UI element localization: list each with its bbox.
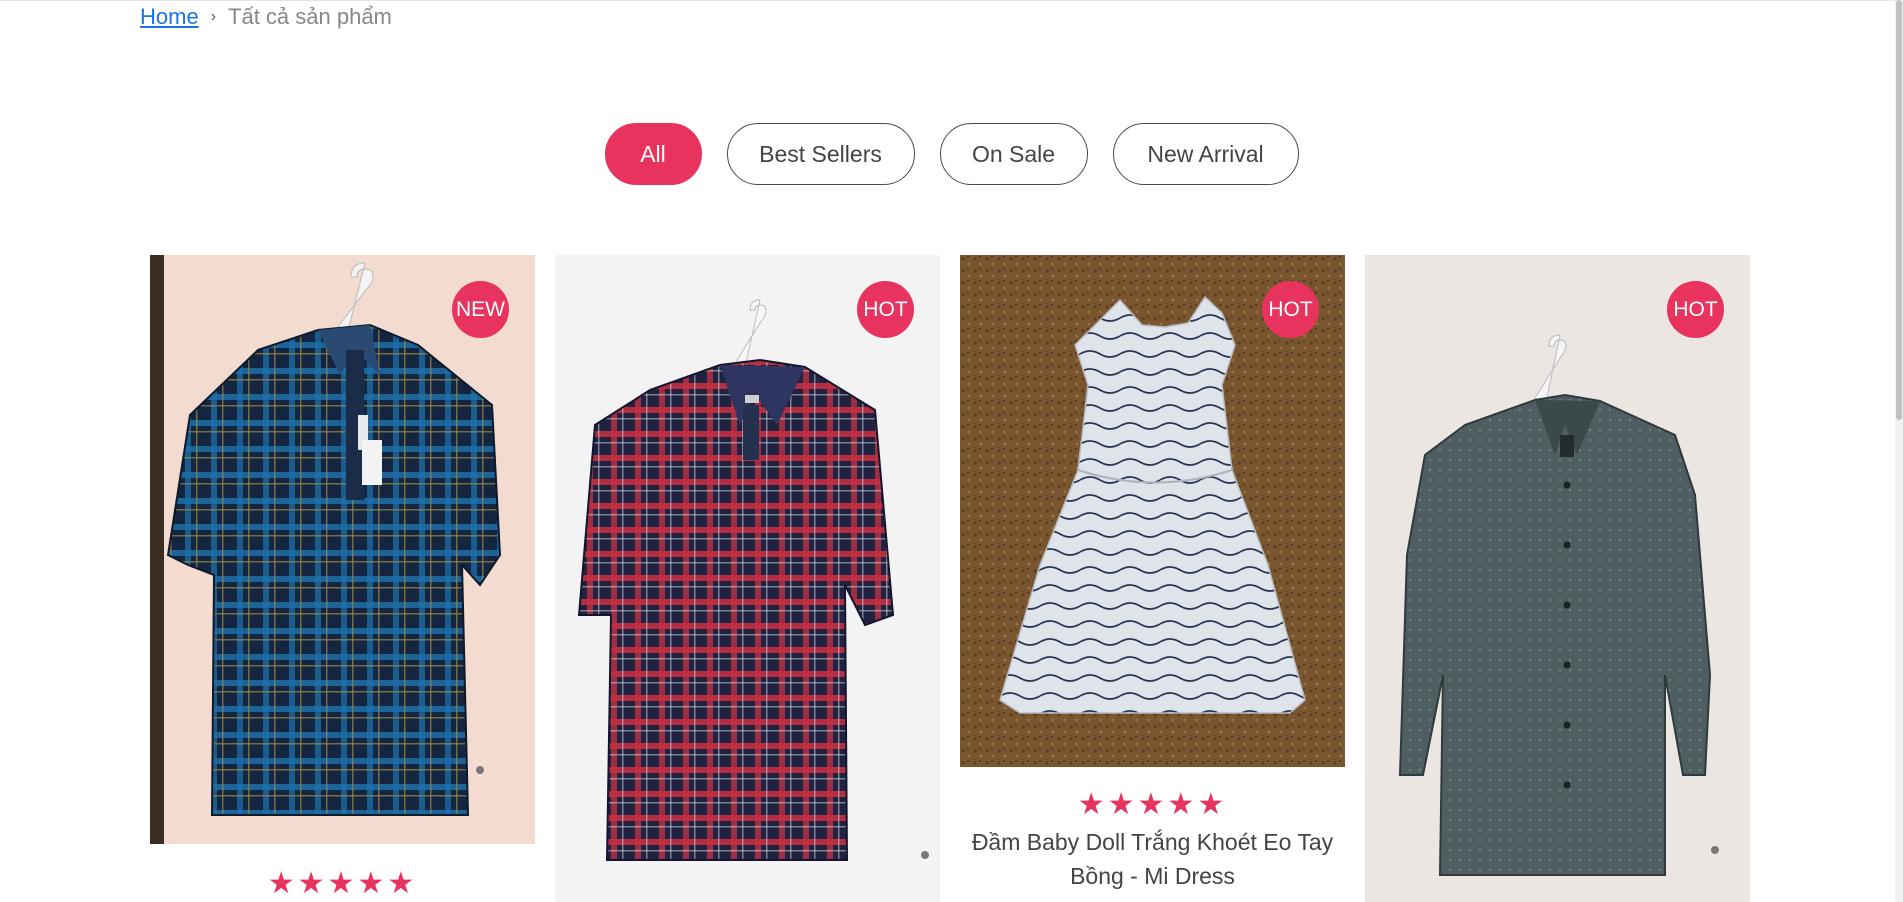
product-badge: HOT — [1262, 281, 1319, 338]
product-badge: HOT — [1667, 281, 1724, 338]
product-title[interactable]: Đầm Baby Doll Trắng Khoét Eo Tay Bồng - … — [960, 825, 1345, 893]
filter-new-arrival-button[interactable]: New Arrival — [1112, 123, 1299, 185]
filter-on-sale-button[interactable]: On Sale — [939, 123, 1088, 185]
product-filter-tabs: All Best Sellers On Sale New Arrival — [0, 123, 1903, 185]
product-rating: ★★★★★ — [267, 867, 418, 900]
breadcrumb: Home › Tất cả sản phẩm — [140, 2, 392, 32]
filter-all-button[interactable]: All — [604, 123, 702, 185]
product-image[interactable]: NEW — [150, 255, 535, 844]
product-image[interactable]: HOT — [960, 255, 1345, 767]
filter-best-sellers-button[interactable]: Best Sellers — [726, 123, 915, 185]
product-badge: HOT — [857, 281, 914, 338]
top-divider — [0, 0, 1903, 1]
product-image[interactable]: HOT — [1365, 255, 1750, 902]
breadcrumb-home-link[interactable]: Home — [140, 4, 199, 30]
product-badge: NEW — [452, 281, 509, 338]
product-image[interactable]: HOT — [555, 255, 940, 902]
breadcrumb-current: Tất cả sản phẩm — [228, 4, 392, 29]
product-rating: ★★★★★ — [1077, 788, 1228, 821]
page-scrollbar[interactable] — [1895, 0, 1903, 902]
scrollbar-thumb[interactable] — [1896, 0, 1902, 420]
chevron-right-icon: › — [210, 8, 217, 25]
